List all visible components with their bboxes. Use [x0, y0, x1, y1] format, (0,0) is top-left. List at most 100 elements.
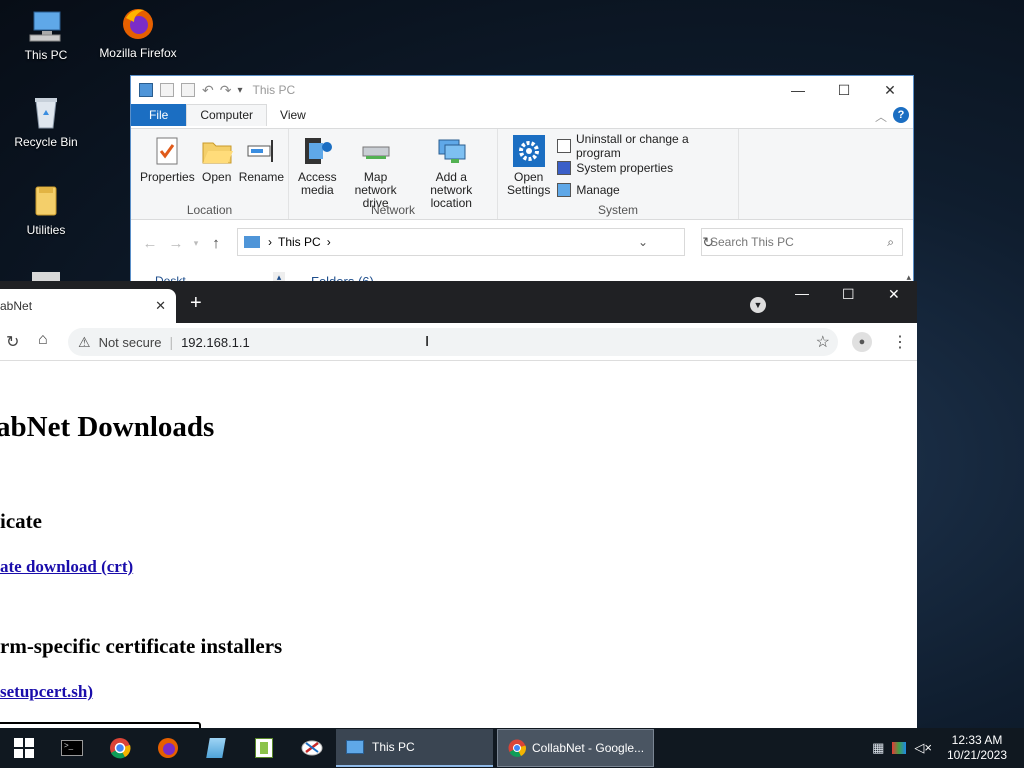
redo-icon[interactable]: ↷ [220, 82, 232, 99]
collapse-ribbon-icon[interactable]: ︿ [875, 108, 887, 125]
recycle-bin-icon [28, 95, 64, 131]
customize-quick-access-icon[interactable]: ▾ [237, 85, 242, 96]
omnibox-divider: | [169, 334, 174, 350]
chrome-titlebar: abNet ✕ + ▼ — ☐ ✕ [0, 281, 917, 323]
tab-search-icon[interactable]: ▼ [750, 297, 766, 313]
warning-icon[interactable]: ⚠ [78, 334, 91, 351]
computer-small-icon [244, 236, 260, 248]
chrome-toolbar: ↻ ⌂ ⚠ Not secure | 192.168.1.1 I ☆ ● ⋮ [0, 323, 917, 361]
desktop-icon-label: Mozilla Firefox [99, 46, 177, 60]
address-bar[interactable]: › This PC › ⌄ ↻ [237, 228, 714, 256]
section-heading: icate [0, 509, 42, 533]
help-icon[interactable]: ? [893, 107, 909, 123]
chrome-window: abNet ✕ + ▼ — ☐ ✕ ↻ ⌂ ⚠ Not secure | 192… [0, 281, 917, 728]
minimize-button[interactable]: — [795, 285, 809, 301]
system-properties-item[interactable]: System properties [557, 157, 732, 179]
forward-arrow-icon[interactable]: → [163, 235, 189, 252]
recent-locations-icon[interactable]: ▾ [189, 238, 203, 249]
file-explorer-window: ↶ ↷ ▾ This PC — ☐ ✕ File Computer View ︿… [130, 75, 914, 286]
search-field[interactable]: Search This PC ⌕ [701, 228, 903, 256]
volume-muted-icon[interactable]: ◁× [914, 740, 932, 756]
setupcert-link[interactable]: setupcert.sh) [0, 682, 93, 702]
ribbon-tabs: File Computer View ︿ ? [131, 104, 913, 126]
omnibox[interactable]: ⚠ Not secure | 192.168.1.1 I ☆ [68, 328, 838, 356]
back-arrow-icon[interactable]: ← [137, 235, 163, 252]
clock[interactable]: 12:33 AM 10/21/2023 [942, 733, 1012, 763]
url-text[interactable]: 192.168.1.1 [181, 335, 250, 350]
clock-date: 10/21/2023 [946, 748, 1008, 762]
browser-tab[interactable]: abNet ✕ [0, 289, 176, 323]
maximize-button[interactable]: ☐ [821, 76, 867, 104]
new-folder-quick-icon[interactable] [181, 83, 195, 97]
tab-view[interactable]: View [267, 105, 319, 126]
close-button[interactable]: ✕ [867, 76, 913, 104]
chrome-small-icon [508, 739, 526, 757]
location-group: Properties Open Rename Location [131, 129, 289, 219]
desktop-icon-label: Recycle Bin [14, 135, 78, 149]
explorer-titlebar: ↶ ↷ ▾ This PC — ☐ ✕ [131, 76, 913, 104]
folder-icon [28, 183, 64, 219]
taskbar: >_ This PC CollabNet - Google... ▦ ◁× 12… [0, 728, 1024, 768]
snipping-tool-taskbar-icon[interactable] [288, 728, 336, 768]
computer-small-icon [346, 740, 364, 754]
notepadpp-taskbar-icon[interactable] [240, 728, 288, 768]
undo-icon[interactable]: ↶ [202, 82, 214, 99]
ribbon: Properties Open Rename Location Access m… [131, 128, 913, 220]
group-label: System [597, 203, 638, 217]
desktop-icon-firefox[interactable]: Mozilla Firefox [96, 6, 180, 60]
address-dropdown-icon[interactable]: ⌄ [638, 235, 648, 249]
address-row: ← → ▾ ↑ › This PC › ⌄ ↻ Search This PC ⌕ [131, 228, 913, 258]
taskbar-task-this-pc[interactable]: This PC [336, 729, 493, 767]
breadcrumb-this-pc[interactable]: This PC [278, 235, 321, 249]
command-prompt-icon[interactable]: >_ [48, 728, 96, 768]
desktop-icon-label: This PC [24, 48, 68, 62]
windows-logo-icon [14, 738, 34, 758]
desktop-icon-recycle-bin[interactable]: Recycle Bin [4, 95, 88, 149]
maximize-button[interactable]: ☐ [842, 286, 855, 303]
tab-computer[interactable]: Computer [186, 104, 268, 126]
up-arrow-icon[interactable]: ↑ [203, 235, 229, 252]
desktop-icon-this-pc[interactable]: This PC [4, 8, 88, 62]
network-group: Access media Map network drive Add a net… [289, 129, 498, 219]
computer-small-icon [139, 83, 153, 97]
chrome-menu-icon[interactable]: ⋮ [892, 332, 908, 352]
new-tab-button[interactable]: + [190, 292, 202, 315]
section-heading: rm-specific certificate installers [0, 634, 283, 658]
color-app-tray-icon[interactable] [892, 742, 907, 754]
uninstall-program-item[interactable]: Uninstall or change a program [557, 132, 732, 160]
system-properties-icon [557, 161, 572, 175]
firefox-taskbar-icon[interactable] [144, 728, 192, 768]
manage-item[interactable]: Manage [557, 179, 732, 201]
chrome-taskbar-icon[interactable] [96, 728, 144, 768]
system-tray: ▦ ◁× 12:33 AM 10/21/2023 [872, 728, 1024, 768]
text-cursor-icon: I [425, 333, 430, 350]
network-drive-icon [360, 135, 392, 167]
tab-file[interactable]: File [131, 104, 187, 126]
notepad-taskbar-icon[interactable] [192, 728, 240, 768]
settings-gear-icon [512, 135, 545, 167]
manage-icon [557, 183, 572, 197]
search-icon: ⌕ [887, 234, 894, 249]
bookmark-star-icon[interactable]: ☆ [816, 332, 830, 352]
desktop-icon-utilities[interactable]: Utilities [4, 183, 88, 237]
network-icon[interactable]: ▦ [872, 740, 884, 756]
desktop-icon-label: Utilities [26, 223, 66, 237]
security-label[interactable]: Not secure [99, 335, 162, 350]
breadcrumb-separator: › [326, 235, 331, 249]
profile-avatar-icon[interactable]: ● [852, 332, 872, 352]
certificate-download-link[interactable]: ate download (crt) [0, 557, 133, 577]
home-icon[interactable]: ⌂ [38, 331, 48, 349]
computer-icon [28, 8, 64, 44]
reload-icon[interactable]: ↻ [6, 332, 19, 352]
close-button[interactable]: ✕ [888, 286, 900, 303]
tab-title: abNet [0, 299, 33, 313]
window-title: This PC [252, 83, 296, 97]
search-placeholder: Search This PC [710, 235, 794, 249]
rename-icon [245, 135, 277, 167]
tab-close-icon[interactable]: ✕ [155, 298, 166, 314]
taskbar-task-chrome[interactable]: CollabNet - Google... [497, 729, 654, 767]
minimize-button[interactable]: — [775, 76, 821, 104]
start-button[interactable] [0, 728, 48, 768]
properties-quick-icon[interactable] [160, 83, 174, 97]
properties-icon [151, 135, 183, 167]
